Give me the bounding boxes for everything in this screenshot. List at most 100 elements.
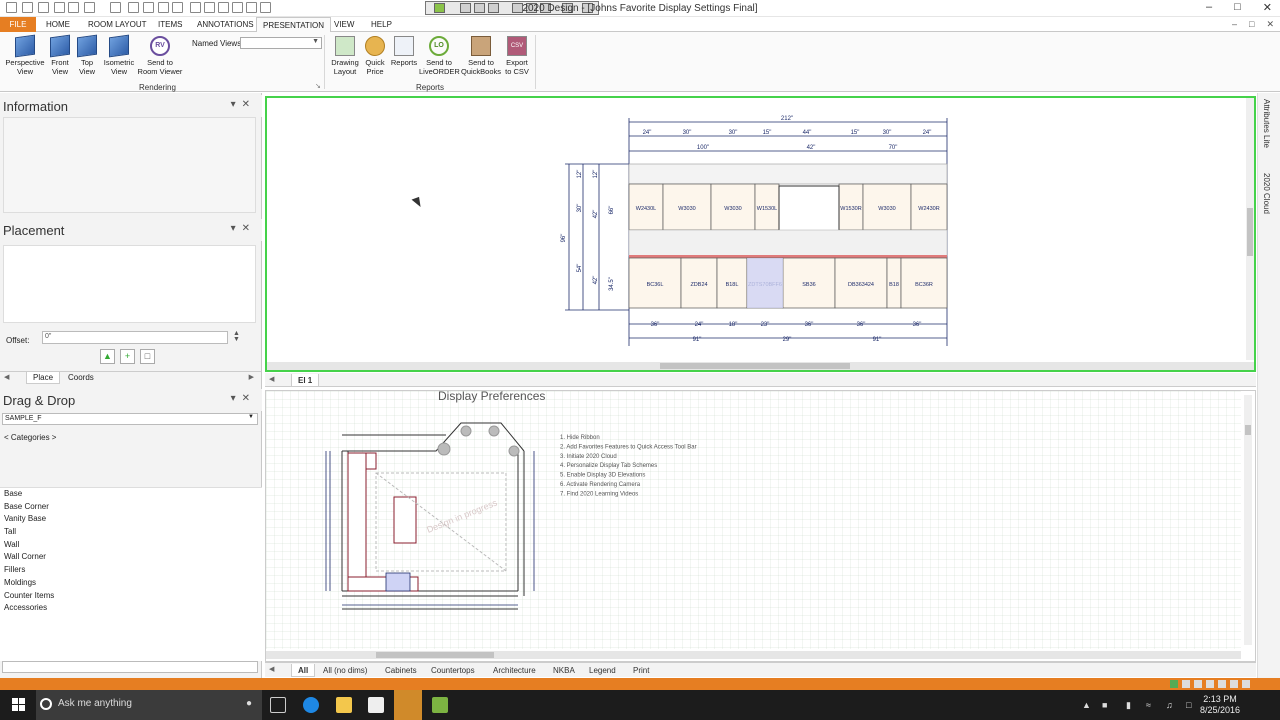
- tab-file[interactable]: FILE: [0, 17, 36, 32]
- tab-scroll-left-icon[interactable]: ◀: [269, 665, 274, 673]
- edge-icon[interactable]: [303, 697, 319, 713]
- tab-help[interactable]: HELP: [365, 17, 398, 32]
- display-icon[interactable]: [1230, 680, 1238, 688]
- close-icon[interactable]: ✕: [242, 393, 256, 404]
- list-item[interactable]: Counter Items: [0, 590, 262, 603]
- close-icon[interactable]: ✕: [242, 99, 256, 110]
- elevation-vscrollbar[interactable]: [1246, 98, 1254, 360]
- notifications-icon[interactable]: □: [1186, 700, 1191, 710]
- list-item[interactable]: Base Corner: [0, 501, 262, 514]
- front-view-button[interactable]: Front View: [47, 34, 73, 76]
- microphone-icon[interactable]: ●: [246, 698, 252, 709]
- tab-items[interactable]: ITEMS: [152, 17, 188, 32]
- pin-icon[interactable]: ▾: [231, 393, 242, 404]
- categories-link[interactable]: < Categories >: [4, 433, 56, 442]
- tab-annotations[interactable]: ANNOTATIONS: [191, 17, 260, 32]
- tab-cabinets[interactable]: Cabinets: [379, 664, 423, 677]
- tab-all[interactable]: All: [291, 664, 316, 677]
- grid-icon[interactable]: [1182, 680, 1190, 688]
- network-icon[interactable]: ≈: [1146, 700, 1151, 710]
- send-to-room-viewer-button[interactable]: RV Send to Room Viewer: [137, 36, 183, 76]
- list-item[interactable]: Tall: [0, 526, 262, 539]
- plan-view[interactable]: Display Preferences Design in progress 1…: [265, 389, 1256, 662]
- dialog-launcher-icon[interactable]: ↘: [315, 82, 321, 90]
- tab-home[interactable]: HOME: [40, 17, 76, 32]
- show-hidden-icons[interactable]: ▲: [1082, 700, 1091, 710]
- reports-button[interactable]: Reports: [389, 36, 419, 67]
- base-cabinet[interactable]: BC36L: [628, 257, 682, 309]
- app-taskbar-icon[interactable]: [432, 697, 448, 713]
- offset-stepper[interactable]: ▲ ▼: [233, 330, 240, 343]
- base-cabinet[interactable]: DB363424: [834, 257, 888, 309]
- top-view-button[interactable]: Top View: [74, 34, 100, 76]
- tab-presentation[interactable]: PRESENTATION: [256, 17, 332, 32]
- send-to-quickbooks-button[interactable]: Send to QuickBooks: [460, 36, 502, 76]
- wall-cabinet[interactable]: W1530L: [754, 183, 780, 231]
- wall-cabinet[interactable]: W3030: [710, 183, 756, 231]
- catalog-select[interactable]: SAMPLE_F ▼: [2, 413, 258, 425]
- status-icon[interactable]: [1170, 680, 1178, 688]
- taskbar-search[interactable]: Ask me anything ●: [36, 690, 262, 720]
- ribbon-close-icon[interactable]: ✕: [1266, 19, 1274, 30]
- send-to-liveorder-button[interactable]: LO Send to LiveORDER: [419, 36, 460, 76]
- tab-attributes-lite[interactable]: Attributes Lite: [1262, 99, 1271, 148]
- offset-input[interactable]: 0": [42, 331, 228, 344]
- windows-start-icon[interactable]: [12, 698, 26, 712]
- base-cabinet[interactable]: BC36R: [900, 257, 948, 309]
- tab-scroll-left-icon[interactable]: ◀: [4, 373, 9, 381]
- tab-2020-cloud[interactable]: 2020 Cloud: [1262, 173, 1271, 214]
- tab-el-1[interactable]: El 1: [291, 374, 320, 387]
- tab-legend[interactable]: Legend: [583, 664, 622, 677]
- store-icon[interactable]: [368, 697, 384, 713]
- tab-countertops[interactable]: Countertops: [425, 664, 481, 677]
- wall-cabinet[interactable]: W1530R: [838, 183, 864, 231]
- place-add-icon[interactable]: +: [120, 349, 135, 364]
- ribbon-minimize-icon[interactable]: –: [1232, 19, 1237, 30]
- list-item[interactable]: Fillers: [0, 564, 262, 577]
- list-item[interactable]: Wall: [0, 539, 262, 552]
- elevation-hscrollbar[interactable]: [267, 362, 1254, 370]
- wall-cabinet[interactable]: W2430L: [628, 183, 664, 231]
- list-item[interactable]: Moldings: [0, 577, 262, 590]
- tab-architecture[interactable]: Architecture: [487, 664, 542, 677]
- file-explorer-icon[interactable]: [336, 697, 352, 713]
- 2020-design-taskbar-icon[interactable]: [394, 690, 422, 720]
- volume-icon[interactable]: ♫: [1166, 700, 1173, 710]
- plan-hscrollbar[interactable]: [266, 651, 1241, 659]
- maximize-icon[interactable]: □: [1234, 1, 1241, 14]
- taskbar-clock[interactable]: 2:13 PM 8/25/2016: [1200, 694, 1240, 716]
- drawing-layout-button[interactable]: Drawing Layout: [329, 36, 361, 76]
- named-views-select[interactable]: ▼: [240, 37, 322, 49]
- tab-nkba[interactable]: NKBA: [547, 664, 581, 677]
- display-icon[interactable]: [1242, 680, 1250, 688]
- tray-app-icon[interactable]: ■: [1102, 700, 1107, 710]
- base-cabinet[interactable]: SB36: [782, 257, 836, 309]
- base-cabinet[interactable]: B18L: [716, 257, 748, 309]
- tab-scroll-left-icon[interactable]: ◀: [269, 375, 274, 383]
- tab-room-layout[interactable]: ROOM LAYOUT: [82, 17, 153, 32]
- snap-icon[interactable]: [1206, 680, 1214, 688]
- tab-place[interactable]: Place: [26, 372, 61, 384]
- close-icon[interactable]: ✕: [1263, 1, 1272, 14]
- wall-cabinet[interactable]: W3030: [862, 183, 912, 231]
- base-cabinet[interactable]: B18: [886, 257, 902, 309]
- minimize-icon[interactable]: –: [1206, 1, 1212, 14]
- export-to-csv-button[interactable]: CSV Export to CSV: [503, 36, 531, 76]
- category-search-input[interactable]: [2, 661, 258, 673]
- list-item[interactable]: Accessories: [0, 602, 262, 615]
- tab-coords[interactable]: Coords: [62, 372, 100, 384]
- tab-scroll-right-icon[interactable]: ▶: [249, 373, 254, 381]
- pin-icon[interactable]: ▾: [231, 223, 242, 234]
- wall-cabinet[interactable]: W2430R: [910, 183, 948, 231]
- ribbon-restore-icon[interactable]: □: [1249, 19, 1254, 30]
- perspective-view-button[interactable]: Perspective View: [5, 34, 45, 76]
- isometric-view-button[interactable]: Isometric View: [101, 34, 137, 76]
- elevation-view[interactable]: W2430L W3030 W3030 W1530L W1530R W3030 W2430R …: [265, 96, 1256, 372]
- wall-cabinet[interactable]: W3030: [662, 183, 712, 231]
- plan-vscrollbar[interactable]: [1244, 395, 1252, 645]
- tab-print[interactable]: Print: [627, 664, 655, 677]
- tab-all-no-dims[interactable]: All (no dims): [317, 664, 373, 677]
- task-view-icon[interactable]: [270, 697, 286, 713]
- list-item[interactable]: Wall Corner: [0, 551, 262, 564]
- base-cabinet[interactable]: ZDB24: [680, 257, 718, 309]
